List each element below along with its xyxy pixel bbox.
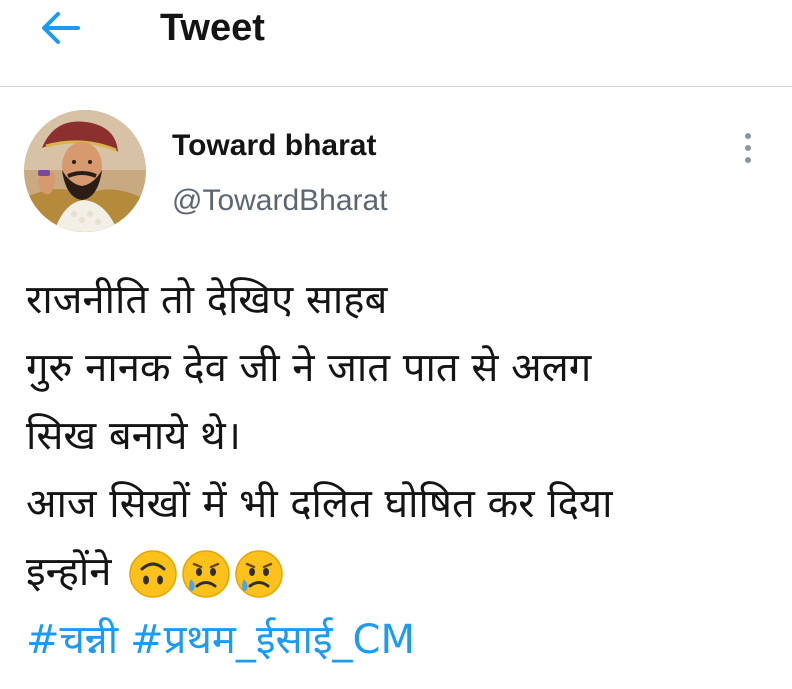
hashtag-link[interactable]: #प्रथम_ईसाई_CM bbox=[130, 617, 415, 663]
upside-down-face-emoji bbox=[129, 550, 177, 598]
arrow-left-icon bbox=[42, 12, 80, 44]
tweet-text-line: राजनीति तो देखिए साहब bbox=[26, 277, 388, 323]
back-button[interactable] bbox=[30, 6, 90, 50]
author-handle[interactable]: @TowardBharat bbox=[172, 181, 388, 221]
sad-but-relieved-face-emoji bbox=[235, 550, 283, 598]
emoji-group bbox=[128, 549, 284, 599]
author-display-name[interactable]: Toward bharat bbox=[172, 126, 376, 166]
hashtags: #चन्नी #प्रथम_ईसाई_CM bbox=[26, 606, 766, 674]
page-title: Tweet bbox=[160, 7, 265, 49]
tweet-text-line: इन्होंने bbox=[26, 549, 112, 595]
profile-portrait-avatar bbox=[24, 110, 146, 232]
vertical-ellipsis-icon bbox=[745, 157, 751, 163]
vertical-ellipsis-icon bbox=[745, 133, 751, 139]
author-avatar[interactable] bbox=[24, 110, 146, 232]
more-options-button[interactable] bbox=[730, 126, 766, 170]
vertical-ellipsis-icon bbox=[745, 145, 751, 151]
tweet-text-line: आज सिखों में भी दलित घोषित कर दिया bbox=[26, 481, 613, 527]
tweet-text-line: गुरु नानक देव जी ने जात पात से अलग bbox=[26, 345, 592, 391]
top-app-bar: Tweet bbox=[0, 0, 792, 87]
hashtag-link[interactable]: #चन्नी bbox=[26, 617, 118, 663]
tweet-text-last-line: इन्होंने bbox=[26, 538, 766, 606]
tweet-text: राजनीति तो देखिए साहब गुरु नानक देव जी न… bbox=[26, 266, 766, 674]
sad-but-relieved-face-emoji bbox=[182, 550, 230, 598]
tweet-text-line: सिख बनाये थे। bbox=[26, 413, 241, 459]
